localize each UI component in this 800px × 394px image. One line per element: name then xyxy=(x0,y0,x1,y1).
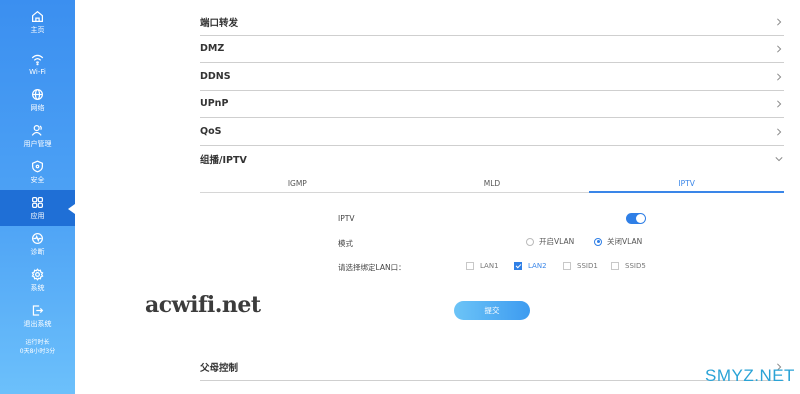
apps-icon xyxy=(31,195,45,209)
checkbox-label: SSID1 xyxy=(577,262,598,270)
sidebar-item-system[interactable]: 系统 xyxy=(0,262,75,298)
wifi-icon xyxy=(31,52,45,66)
watermark-right: SMYZ.NET xyxy=(705,366,795,385)
checkbox-ssid5[interactable]: SSID5 xyxy=(611,262,646,270)
mode-label: 模式 xyxy=(338,239,353,248)
checkbox-label: SSID5 xyxy=(625,262,646,270)
checkbox-label: LAN1 xyxy=(480,262,499,270)
checkbox-box xyxy=(514,262,522,270)
radio-label: 关闭VLAN xyxy=(607,237,643,246)
sidebar-item-label: 应用 xyxy=(30,212,45,220)
sidebar-item-diagnose[interactable]: 诊断 xyxy=(0,226,75,262)
sidebar-item-home[interactable]: 主页 xyxy=(0,4,75,40)
users-icon xyxy=(31,123,45,137)
logout-icon xyxy=(31,303,45,317)
chevron-right-icon xyxy=(774,44,784,54)
globe-icon xyxy=(31,87,45,101)
radio-label: 开启VLAN xyxy=(539,237,575,246)
mode-radio-enable-vlan[interactable]: 开启VLAN xyxy=(526,236,574,247)
tab-mld[interactable]: MLD xyxy=(394,175,590,193)
uptime-label: 运行时长 xyxy=(25,339,50,346)
radio-dot xyxy=(526,237,534,246)
checkbox-label: LAN2 xyxy=(528,262,547,270)
sidebar-item-label: 诊断 xyxy=(30,248,45,256)
watermark-left: acwifi.net xyxy=(145,292,261,318)
chevron-right-icon xyxy=(774,99,784,109)
section-multicast-iptv[interactable]: 组播/IPTV xyxy=(200,145,784,173)
section-ddns[interactable]: DDNS xyxy=(200,63,784,91)
chevron-down-icon xyxy=(774,154,784,164)
checkbox-ssid1[interactable]: SSID1 xyxy=(563,262,598,270)
lan-select-label: 请选择绑定LAN口： xyxy=(338,263,406,272)
sidebar: 主页 Wi-Fi 网络 用户管理 安全 应用 诊断 系统 退出系统 运行时长 0… xyxy=(0,0,75,394)
tab-bar: IGMP MLD IPTV xyxy=(200,175,785,193)
section-qos[interactable]: QoS xyxy=(200,118,784,146)
tab-iptv[interactable]: IPTV xyxy=(589,175,785,193)
checkbox-box xyxy=(466,262,474,270)
sidebar-item-label: Wi-Fi xyxy=(29,68,46,76)
toggle-knob xyxy=(636,214,645,223)
chevron-right-icon xyxy=(774,72,784,82)
diagnose-icon xyxy=(31,231,45,245)
section-title: DMZ xyxy=(200,43,225,54)
sidebar-item-wifi[interactable]: Wi-Fi xyxy=(0,46,75,82)
section-title: 组播/IPTV xyxy=(200,155,247,166)
chevron-right-icon xyxy=(774,127,784,137)
section-title: 端口转发 xyxy=(200,17,239,29)
sidebar-item-security[interactable]: 安全 xyxy=(0,154,75,190)
sidebar-item-label: 主页 xyxy=(30,26,45,34)
sidebar-item-users[interactable]: 用户管理 xyxy=(0,118,75,154)
checkbox-lan1[interactable]: LAN1 xyxy=(466,262,499,270)
sidebar-item-apps[interactable]: 应用 xyxy=(0,190,75,226)
section-title: UPnP xyxy=(200,98,229,109)
sidebar-item-logout[interactable]: 退出系统 xyxy=(0,298,75,334)
section-dmz[interactable]: DMZ xyxy=(200,35,784,63)
section-port-forward[interactable]: 端口转发 xyxy=(200,8,784,36)
iptv-toggle[interactable] xyxy=(626,213,646,224)
shield-icon xyxy=(31,159,45,173)
tab-igmp[interactable]: IGMP xyxy=(200,175,395,193)
sidebar-item-label: 系统 xyxy=(30,284,45,292)
submit-button[interactable]: 提交 xyxy=(454,301,530,320)
section-upnp[interactable]: UPnP xyxy=(200,90,784,118)
iptv-label: IPTV xyxy=(338,214,355,223)
chevron-right-icon xyxy=(774,17,784,27)
uptime-value: 0天8小时3分 xyxy=(19,348,56,355)
checkbox-lan2[interactable]: LAN2 xyxy=(514,262,547,270)
active-indicator xyxy=(68,204,75,214)
mode-radio-disable-vlan[interactable]: 关闭VLAN xyxy=(594,236,642,247)
gear-icon xyxy=(31,267,45,281)
sidebar-item-network[interactable]: 网络 xyxy=(0,82,75,118)
sidebar-item-label: 退出系统 xyxy=(23,320,52,328)
radio-dot xyxy=(594,237,602,246)
checkbox-box xyxy=(611,262,619,270)
sidebar-item-label: 安全 xyxy=(30,176,45,184)
sidebar-item-label: 网络 xyxy=(30,104,45,112)
section-title: QoS xyxy=(200,126,222,137)
sidebar-item-label: 用户管理 xyxy=(23,140,52,148)
home-icon xyxy=(31,9,45,23)
section-title: 父母控制 xyxy=(200,362,239,374)
uptime-info: 运行时长 0天8小时3分 xyxy=(0,338,75,356)
section-parental-control[interactable]: 父母控制 xyxy=(200,353,784,381)
checkbox-box xyxy=(563,262,571,270)
section-title: DDNS xyxy=(200,71,231,82)
